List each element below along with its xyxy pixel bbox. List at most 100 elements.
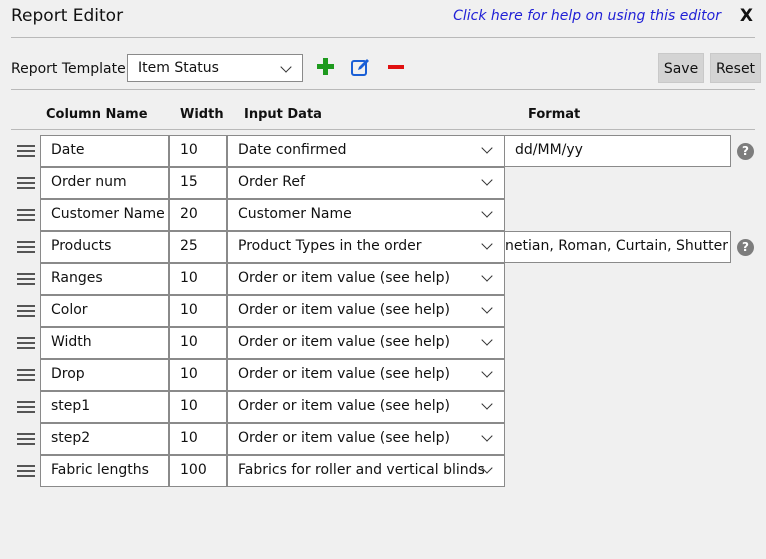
drag-handle-icon[interactable] [17,240,35,254]
input-data-select[interactable]: Customer Name [227,199,505,231]
input-data-value: Order or item value (see help) [238,430,450,446]
drag-handle-icon[interactable] [17,272,35,286]
width-field[interactable]: 100 [169,455,227,487]
format-header: Format [528,107,581,122]
input-data-select[interactable]: Order or item value (see help) [227,359,505,391]
input-data-value: Customer Name [238,206,352,222]
drag-handle-icon[interactable] [17,464,35,478]
help-link[interactable]: Click here for help on using this editor [453,8,721,24]
table-row: Date 10 Date confirmed dd/MM/yy? [0,135,766,167]
divider [11,129,755,130]
column-name-field[interactable]: step1 [40,391,169,423]
format-field[interactable]: netian, Roman, Curtain, Shutter [504,231,731,263]
question-icon[interactable]: ? [737,143,754,160]
input-data-select[interactable]: Order or item value (see help) [227,295,505,327]
column-name-field[interactable]: Ranges [40,263,169,295]
column-name-field[interactable]: Width [40,327,169,359]
width-field[interactable]: 10 [169,391,227,423]
report-template-value: Item Status [138,60,219,76]
input-data-value: Order or item value (see help) [238,302,450,318]
column-name-field[interactable]: Date [40,135,169,167]
plus-icon[interactable] [315,56,337,78]
table-row: Order num 15 Order Ref [0,167,766,199]
input-data-value: Order or item value (see help) [238,398,450,414]
table-row: Ranges 10 Order or item value (see help) [0,263,766,295]
column-name-field[interactable]: Customer Name [40,199,169,231]
drag-handle-icon[interactable] [17,400,35,414]
close-button[interactable]: X [740,6,753,26]
divider [11,37,755,38]
width-field[interactable]: 10 [169,359,227,391]
title-bar: Report Editor Click here for help on usi… [0,0,766,34]
drag-handle-icon[interactable] [17,304,35,318]
save-button[interactable]: Save [658,53,704,83]
window-title: Report Editor [11,6,124,26]
input-data-value: Order or item value (see help) [238,366,450,382]
table-row: Drop 10 Order or item value (see help) [0,359,766,391]
input-data-select[interactable]: Order or item value (see help) [227,391,505,423]
width-field[interactable]: 15 [169,167,227,199]
width-field[interactable]: 10 [169,423,227,455]
drag-handle-icon[interactable] [17,368,35,382]
table-row: Color 10 Order or item value (see help) [0,295,766,327]
column-name-field[interactable]: Fabric lengths [40,455,169,487]
input-data-value: Order Ref [238,174,305,190]
width-field[interactable]: 10 [169,135,227,167]
table-row: Products 25 Product Types in the order neti… [0,231,766,263]
chevron-down-icon [481,334,493,346]
report-template-select[interactable]: Item Status [127,54,303,82]
drag-handle-icon[interactable] [17,144,35,158]
width-field[interactable]: 25 [169,231,227,263]
column-name-field[interactable]: Products [40,231,169,263]
column-name-field[interactable]: Drop [40,359,169,391]
column-name-field[interactable]: Color [40,295,169,327]
table-row: step1 10 Order or item value (see help) [0,391,766,423]
drag-handle-icon[interactable] [17,208,35,222]
reset-button[interactable]: Reset [710,53,761,83]
drag-handle-icon[interactable] [17,432,35,446]
table-row: Fabric lengths 100 Fabrics for roller and … [0,455,766,487]
input-data-value: Date confirmed [238,142,347,158]
input-data-select[interactable]: Order or item value (see help) [227,327,505,359]
width-header: Width [180,107,224,122]
drag-handle-icon[interactable] [17,336,35,350]
input-data-value: Order or item value (see help) [238,334,450,350]
report-template-label: Report Template [11,61,126,77]
column-name-header: Column Name [46,107,148,122]
width-field[interactable]: 10 [169,295,227,327]
table-row: Customer Name 20 Customer Name [0,199,766,231]
input-data-select[interactable]: Order or item value (see help) [227,423,505,455]
width-field[interactable]: 20 [169,199,227,231]
format-field[interactable]: dd/MM/yy [504,135,731,167]
chevron-down-icon [481,238,493,250]
divider [11,89,755,90]
column-name-field[interactable]: Order num [40,167,169,199]
input-data-select[interactable]: Order Ref [227,167,505,199]
chevron-down-icon [481,302,493,314]
width-field[interactable]: 10 [169,327,227,359]
input-data-value: Product Types in the order [238,238,422,254]
input-data-select[interactable]: Fabrics for roller and vertical blinds [227,455,505,487]
column-name-field[interactable]: step2 [40,423,169,455]
input-data-header: Input Data [244,107,322,122]
chevron-down-icon [481,270,493,282]
input-data-select[interactable]: Product Types in the order [227,231,505,263]
chevron-down-icon [481,142,493,154]
chevron-down-icon [481,366,493,378]
edit-icon[interactable] [350,56,372,78]
chevron-down-icon [481,398,493,410]
drag-handle-icon[interactable] [17,176,35,190]
input-data-select[interactable]: Date confirmed [227,135,505,167]
width-field[interactable]: 10 [169,263,227,295]
chevron-down-icon [280,61,292,73]
chevron-down-icon [481,206,493,218]
input-data-value: Order or item value (see help) [238,270,450,286]
question-icon[interactable]: ? [737,239,754,256]
input-data-select[interactable]: Order or item value (see help) [227,263,505,295]
input-data-value: Fabrics for roller and vertical blinds [238,462,485,478]
chevron-down-icon [481,430,493,442]
table-row: step2 10 Order or item value (see help) [0,423,766,455]
minus-icon[interactable] [386,56,408,78]
table-row: Width 10 Order or item value (see help) [0,327,766,359]
chevron-down-icon [481,174,493,186]
